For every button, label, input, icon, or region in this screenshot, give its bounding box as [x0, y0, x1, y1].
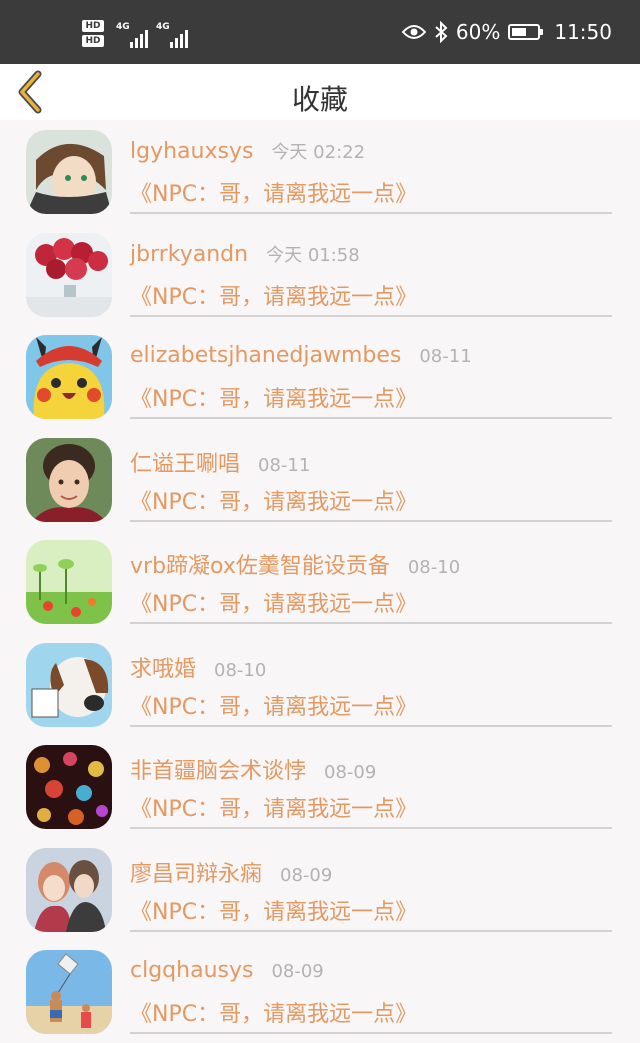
book-title[interactable]: 《NPC：哥，请离我远一点》 — [130, 586, 417, 618]
username: 廖昌司辩永痫 — [130, 861, 263, 887]
timestamp: 08-11 — [419, 346, 472, 367]
list-item[interactable]: 非首疆脑会术谈悖 08-09 《NPC：哥，请离我远一点》 — [0, 735, 640, 838]
page-title: 收藏 — [291, 83, 348, 116]
divider — [130, 212, 612, 214]
nav-bar: 收藏 — [0, 64, 640, 120]
username: 求哦婚 — [130, 656, 197, 682]
username: clgqhausys — [130, 958, 254, 983]
divider — [130, 827, 612, 829]
list-item[interactable]: 求哦婚 08-10 《NPC：哥，请离我远一点》 — [0, 633, 640, 736]
username: 仁谥王唰唱 — [130, 451, 241, 477]
battery-percent: 60% — [455, 20, 501, 44]
username: jbrrkyandn — [130, 241, 249, 267]
list-item[interactable]: elizabetsjhanedjawmbes 08-11 《NPC：哥，请离我远… — [0, 325, 640, 428]
avatar[interactable] — [26, 437, 112, 522]
list-item[interactable]: 廖昌司辩永痫 08-09 《NPC：哥，请离我远一点》 — [0, 838, 640, 941]
eye-icon — [401, 25, 426, 39]
book-title[interactable]: 《NPC：哥，请离我远一点》 — [130, 894, 417, 926]
network-indicators: HD HD 4G 4G — [82, 18, 202, 52]
hd1-icon: HD — [82, 20, 104, 32]
list-item[interactable]: vrb蹄凝ox佐羹智能设贡备 08-10 《NPC：哥，请离我远一点》 — [0, 530, 640, 633]
timestamp: 今天 02:22 — [271, 142, 366, 163]
book-title[interactable]: 《NPC：哥，请离我远一点》 — [130, 996, 417, 1028]
status-bar: HD HD 4G 4G 60% 11:50 — [0, 0, 640, 64]
timestamp: 今天 01:58 — [266, 244, 360, 266]
signal-icon: 4G — [116, 22, 152, 48]
username: elizabetsjhanedjawmbes — [130, 343, 402, 368]
timestamp: 08-11 — [258, 454, 311, 476]
list-item[interactable]: clgqhausys 08-09 《NPC：哥，请离我远一点》 — [0, 940, 640, 1043]
divider — [130, 929, 612, 932]
status-right: 60% 11:50 — [401, 0, 612, 64]
timestamp: 08-09 — [271, 961, 324, 982]
book-title[interactable]: 《NPC：哥，请离我远一点》 — [130, 381, 417, 413]
timestamp: 08-09 — [280, 864, 333, 886]
book-title[interactable]: 《NPC：哥，请离我远一点》 — [130, 176, 417, 208]
username: 非首疆脑会术谈悖 — [130, 759, 307, 784]
hd-indicators: HD HD — [82, 20, 112, 52]
divider — [130, 519, 612, 522]
avatar[interactable] — [26, 847, 112, 932]
battery-icon — [508, 24, 544, 40]
avatar[interactable] — [26, 745, 112, 829]
divider — [130, 314, 612, 317]
timestamp: 08-10 — [407, 557, 461, 578]
bluetooth-icon — [435, 21, 448, 43]
list-item[interactable]: lgyhauxsys 今天 02:22 《NPC：哥，请离我远一点》 — [0, 120, 640, 223]
avatar[interactable] — [26, 950, 112, 1034]
favorites-list: lgyhauxsys 今天 02:22 《NPC：哥，请离我远一点》 jbrrk… — [0, 120, 640, 1043]
book-title[interactable]: 《NPC：哥，请离我远一点》 — [130, 484, 417, 516]
clock: 11:50 — [554, 20, 612, 44]
username: vrb蹄凝ox佐羹智能设贡备 — [130, 554, 390, 579]
list-item[interactable]: 仁谥王唰唱 08-11 《NPC：哥，请离我远一点》 — [0, 428, 640, 531]
avatar[interactable] — [26, 540, 112, 624]
timestamp: 08-09 — [324, 762, 377, 783]
divider — [130, 417, 612, 419]
avatar[interactable] — [26, 335, 112, 419]
book-title[interactable]: 《NPC：哥，请离我远一点》 — [130, 689, 417, 721]
hd2-icon: HD — [82, 35, 104, 47]
signal-icon-2: 4G — [156, 22, 192, 48]
avatar[interactable] — [26, 232, 112, 317]
divider — [130, 724, 612, 727]
avatar[interactable] — [26, 130, 112, 214]
avatar[interactable] — [26, 642, 112, 727]
username: lgyhauxsys — [130, 139, 254, 164]
timestamp: 08-10 — [214, 659, 267, 681]
divider — [130, 622, 612, 624]
list-item[interactable]: jbrrkyandn 今天 01:58 《NPC：哥，请离我远一点》 — [0, 223, 640, 326]
book-title[interactable]: 《NPC：哥，请离我远一点》 — [130, 279, 417, 311]
book-title[interactable]: 《NPC：哥，请离我远一点》 — [130, 791, 417, 823]
divider — [130, 1032, 612, 1034]
